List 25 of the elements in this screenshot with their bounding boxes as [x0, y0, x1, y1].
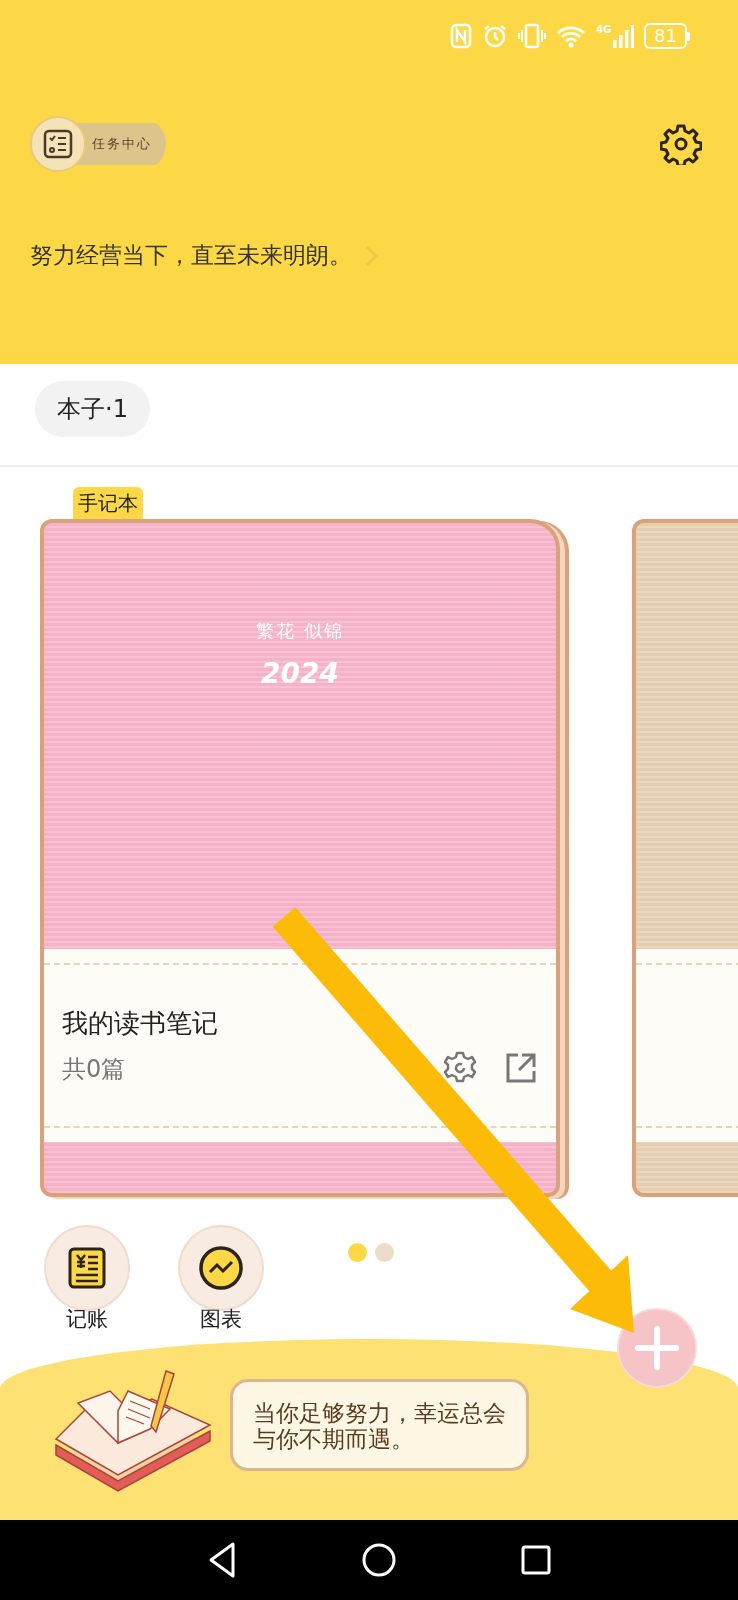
task-center-button[interactable]: 任务中心: [30, 116, 166, 172]
signal-icon: [612, 24, 635, 48]
motto-text: 努力经营当下，直至未来明朗。: [30, 241, 352, 270]
ledger-icon: [67, 1246, 107, 1290]
cover-title: 繁花 似锦: [256, 619, 344, 643]
notebook-tag: 手记本: [73, 487, 143, 519]
back-icon[interactable]: [207, 1541, 237, 1579]
checklist-icon: [42, 128, 74, 160]
page-dot[interactable]: [375, 1243, 394, 1262]
notebook-tab[interactable]: 本子·1: [35, 381, 150, 437]
network-type: 4G: [595, 24, 612, 35]
page-dot[interactable]: [348, 1243, 367, 1262]
recents-icon[interactable]: [521, 1545, 551, 1575]
speech-bubble: 当你足够努力，幸运总会与你不期而遇。: [230, 1379, 529, 1471]
plus-icon: [635, 1326, 679, 1370]
cover-year: 2024: [261, 657, 339, 690]
entry-count: 共0篇: [62, 1054, 127, 1085]
home-icon[interactable]: [361, 1542, 397, 1578]
wifi-icon: [555, 24, 586, 48]
battery-indicator: 81: [644, 23, 687, 49]
chart-icon: [198, 1245, 244, 1291]
nfc-icon: [449, 23, 472, 49]
vibrate-icon: [517, 23, 546, 49]
notebook-title: 我的读书笔记: [62, 1007, 218, 1040]
settings-icon[interactable]: [660, 123, 702, 165]
